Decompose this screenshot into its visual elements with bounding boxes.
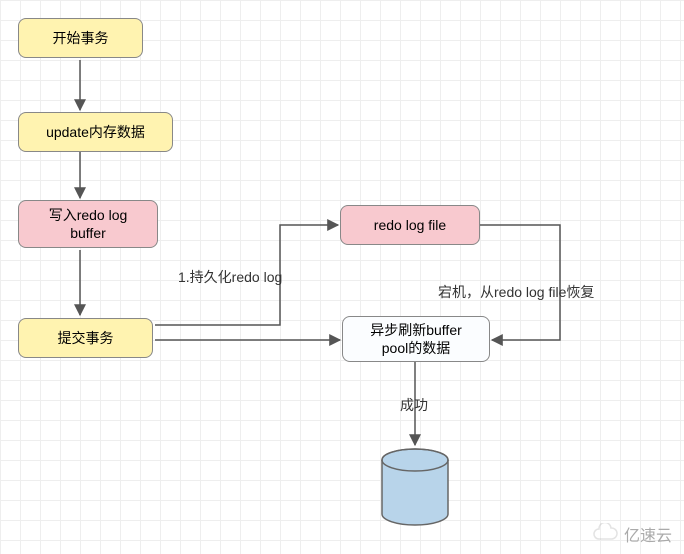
cloud-icon (592, 523, 618, 546)
node-label: 异步刷新buffer pool的数据 (370, 321, 462, 357)
watermark-text: 亿速云 (624, 522, 672, 546)
node-write-redo-log-buffer: 写入redo log buffer (18, 200, 158, 248)
node-label: 开始事务 (53, 29, 109, 47)
node-redo-log-file: redo log file (340, 205, 480, 245)
edge-label-recover: 宕机，从redo log file恢复 (438, 282, 594, 302)
background-grid (0, 0, 684, 554)
database-icon (380, 448, 450, 531)
node-label: 写入redo log buffer (49, 206, 128, 242)
edge-label-success: 成功 (400, 395, 428, 415)
node-label: update内存数据 (46, 123, 145, 141)
node-label: redo log file (374, 216, 446, 234)
edge-label-persist: 1.持久化redo log (178, 267, 282, 287)
node-update-memory: update内存数据 (18, 112, 173, 152)
node-start-transaction: 开始事务 (18, 18, 143, 58)
watermark: 亿速云 (592, 522, 672, 546)
node-async-flush-buffer: 异步刷新buffer pool的数据 (342, 316, 490, 362)
node-commit-transaction: 提交事务 (18, 318, 153, 358)
node-label: 提交事务 (58, 329, 114, 347)
